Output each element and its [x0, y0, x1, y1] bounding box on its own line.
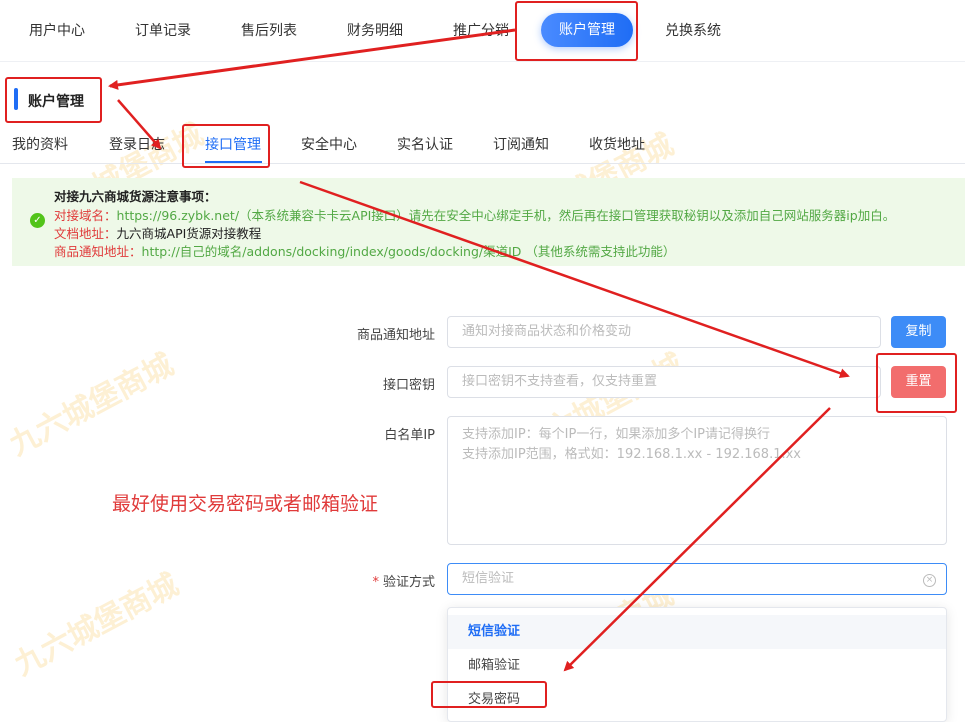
tab-login-log[interactable]: 登录日志: [109, 134, 165, 154]
sub-tabs: 我的资料 登录日志 接口管理 安全中心 实名认证 订阅通知 收货地址: [0, 124, 965, 164]
nav-item-account[interactable]: 账户管理: [541, 13, 633, 47]
nav-item-finance[interactable]: 财务明细: [347, 20, 403, 40]
notice-title: 对接九六商城货源注意事项：: [54, 189, 217, 204]
nav-item-orders[interactable]: 订单记录: [135, 20, 191, 40]
nav-item-user-center[interactable]: 用户中心: [29, 20, 85, 40]
option-email[interactable]: 邮箱验证: [448, 649, 946, 683]
active-tab-underline: [205, 161, 262, 163]
tab-shipping-address[interactable]: 收货地址: [589, 134, 645, 154]
verify-method-label: * 验证方式: [315, 571, 435, 590]
required-mark: *: [372, 575, 379, 590]
notice-notify-label: 商品通知地址：: [54, 244, 142, 259]
whitelist-textarea[interactable]: 支持添加IP：每个IP一行，如果添加多个IP请记得换行 支持添加IP范围，格式如…: [447, 416, 947, 545]
annotation-hint: 最好使用交易密码或者邮箱验证: [112, 493, 379, 515]
notice-notify-line: 商品通知地址：http://自己的域名/addons/docking/index…: [54, 241, 675, 260]
top-navigation: 用户中心 订单记录 售后列表 财务明细 推广分销 账户管理 兑换系统: [0, 0, 965, 62]
whitelist-placeholder-line2: 支持添加IP范围，格式如：192.168.1.xx - 192.168.1.xx: [462, 447, 801, 462]
whitelist-label: 白名单IP: [384, 428, 435, 443]
verify-method-select[interactable]: 短信验证 ×: [447, 563, 947, 595]
section-title-bar: [14, 88, 18, 110]
notice-domain-line: 对接域名：https://96.zybk.net/（本系统兼容卡卡云API接口）…: [54, 205, 895, 224]
notify-url-input[interactable]: 通知对接商品状态和价格变动: [447, 316, 881, 348]
tab-real-name[interactable]: 实名认证: [397, 134, 453, 154]
section-title-text: 账户管理: [28, 94, 84, 110]
api-key-label: 接口密钥: [382, 378, 435, 393]
nav-item-promotion[interactable]: 推广分销: [453, 20, 509, 40]
whitelist-placeholder-line1: 支持添加IP：每个IP一行，如果添加多个IP请记得换行: [462, 427, 771, 442]
tab-security-center[interactable]: 安全中心: [301, 134, 357, 154]
notice-box: ✓ 对接九六商城货源注意事项： 对接域名：https://96.zybk.net…: [12, 178, 965, 266]
nav-item-after-sales[interactable]: 售后列表: [241, 20, 297, 40]
tab-api-management[interactable]: 接口管理: [205, 134, 261, 154]
notice-doc-line: 文档地址：九六商城API货源对接教程: [54, 223, 261, 242]
check-circle-icon: ✓: [30, 213, 45, 228]
option-sms[interactable]: 短信验证: [448, 615, 946, 649]
option-trade-password[interactable]: 交易密码: [448, 683, 946, 717]
watermark: 九六城堡商城: [8, 567, 185, 683]
clear-icon[interactable]: ×: [923, 574, 936, 587]
verify-method-placeholder: 短信验证: [462, 571, 515, 586]
nav-item-exchange[interactable]: 兑换系统: [665, 20, 721, 40]
watermark: 九六城堡商城: [3, 347, 180, 463]
verify-method-dropdown: 短信验证 邮箱验证 交易密码: [447, 607, 947, 722]
notice-domain-label: 对接域名：: [54, 208, 117, 223]
notice-domain-text: https://96.zybk.net/（本系统兼容卡卡云API接口）请先在安全…: [116, 208, 896, 223]
notice-doc-label: 文档地址：: [54, 226, 117, 241]
copy-button[interactable]: 复制: [891, 316, 946, 348]
notify-url-label: 商品通知地址: [356, 328, 435, 343]
tab-subscription[interactable]: 订阅通知: [493, 134, 549, 154]
notice-doc-link[interactable]: 九六商城API货源对接教程: [117, 226, 262, 241]
api-key-input[interactable]: 接口密钥不支持查看，仅支持重置: [447, 366, 881, 398]
verify-method-label-text: 验证方式: [382, 575, 435, 590]
notice-notify-text: http://自己的域名/addons/docking/index/goods/…: [141, 244, 676, 259]
tab-profile[interactable]: 我的资料: [12, 134, 68, 154]
reset-button[interactable]: 重置: [891, 366, 946, 398]
